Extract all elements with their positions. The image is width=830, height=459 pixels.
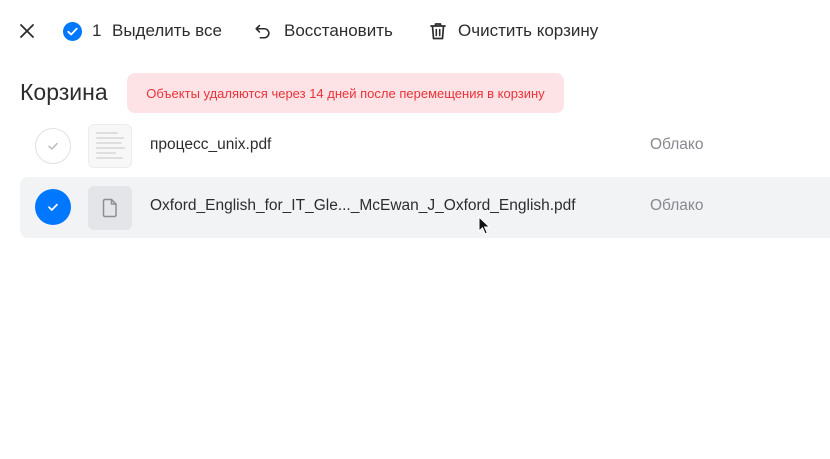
page-title: Корзина: [20, 79, 108, 105]
restore-button[interactable]: Восстановить: [254, 16, 393, 46]
clear-trash-label: Очистить корзину: [458, 21, 599, 40]
check-icon: [48, 203, 58, 211]
row-checkbox[interactable]: [35, 128, 71, 164]
document-icon: [102, 198, 117, 218]
select-all-label: Выделить все: [112, 21, 222, 40]
toolbar: 1 Выделить все Восстановить Очистить кор…: [0, 0, 830, 62]
close-selection-button[interactable]: [16, 16, 38, 46]
file-row[interactable]: процесс_unix.pdf Облако: [20, 115, 830, 176]
check-circle-icon: [63, 21, 82, 41]
file-thumbnail: [88, 124, 132, 168]
clear-trash-button[interactable]: Очистить корзину: [428, 16, 598, 46]
undo-icon: [255, 24, 270, 39]
close-icon: [20, 24, 34, 38]
mouse-cursor-icon: [478, 216, 491, 235]
file-name: Oxford_English_for_IT_Gle..._McEwan_J_Ox…: [150, 197, 576, 214]
restore-label: Восстановить: [284, 21, 393, 40]
selected-check-badge: [63, 16, 82, 46]
file-thumbnail: [88, 186, 132, 230]
file-row-selected[interactable]: Oxford_English_for_IT_Gle..._McEwan_J_Ox…: [20, 177, 830, 238]
check-icon: [48, 142, 58, 150]
file-location: Облако: [650, 136, 704, 153]
selected-count: 1: [92, 21, 102, 40]
select-all-button[interactable]: Выделить все: [112, 16, 222, 46]
auto-delete-notice: Объекты удаляются через 14 дней после пе…: [127, 73, 564, 113]
file-name: процесс_unix.pdf: [150, 136, 272, 153]
trash-icon: [430, 23, 446, 40]
row-checkbox-checked[interactable]: [35, 189, 71, 225]
file-location: Облако: [650, 197, 704, 214]
